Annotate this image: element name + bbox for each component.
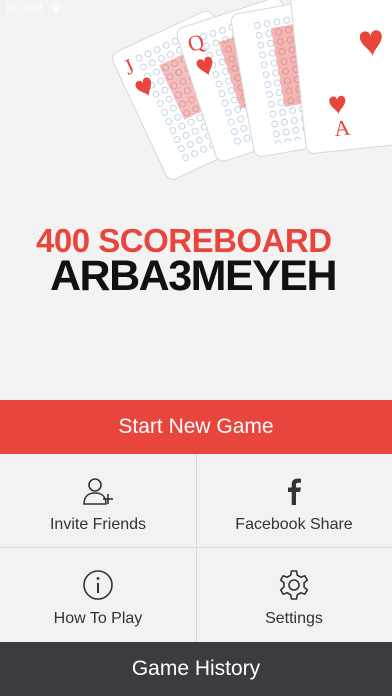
facebook-share-button[interactable]: Facebook Share xyxy=(196,454,392,548)
start-new-game-button[interactable]: Start New Game xyxy=(0,400,392,454)
invite-friends-button[interactable]: Invite Friends xyxy=(0,454,196,548)
info-icon xyxy=(81,568,115,602)
playing-cards-illustration: J Q K A xyxy=(112,0,392,180)
add-user-icon xyxy=(81,474,115,508)
settings-button[interactable]: Settings xyxy=(196,548,392,642)
title-line-2: ARBA3MEYEH xyxy=(50,252,338,300)
menu-grid: Invite Friends Facebook Share How To Pla… xyxy=(0,454,392,642)
card-ace-hearts: A xyxy=(290,0,392,154)
game-history-button[interactable]: Game History xyxy=(0,642,392,696)
how-to-play-label: How To Play xyxy=(53,610,143,627)
settings-label: Settings xyxy=(265,610,323,627)
vertical-divider xyxy=(196,454,197,642)
card-rank-a: A xyxy=(333,115,352,142)
wifi-icon xyxy=(50,5,62,14)
invite-friends-label: Invite Friends xyxy=(49,516,147,533)
horizontal-divider xyxy=(0,547,392,548)
status-bar: No SIM xyxy=(0,0,392,20)
hero: J Q K A 400 SCOREBOARD ARBA3MEYEH xyxy=(0,0,392,400)
facebook-icon xyxy=(277,474,311,508)
carrier-text: No SIM xyxy=(6,3,43,15)
facebook-share-label: Facebook Share xyxy=(235,516,353,533)
how-to-play-button[interactable]: How To Play xyxy=(0,548,196,642)
gear-icon xyxy=(277,568,311,602)
